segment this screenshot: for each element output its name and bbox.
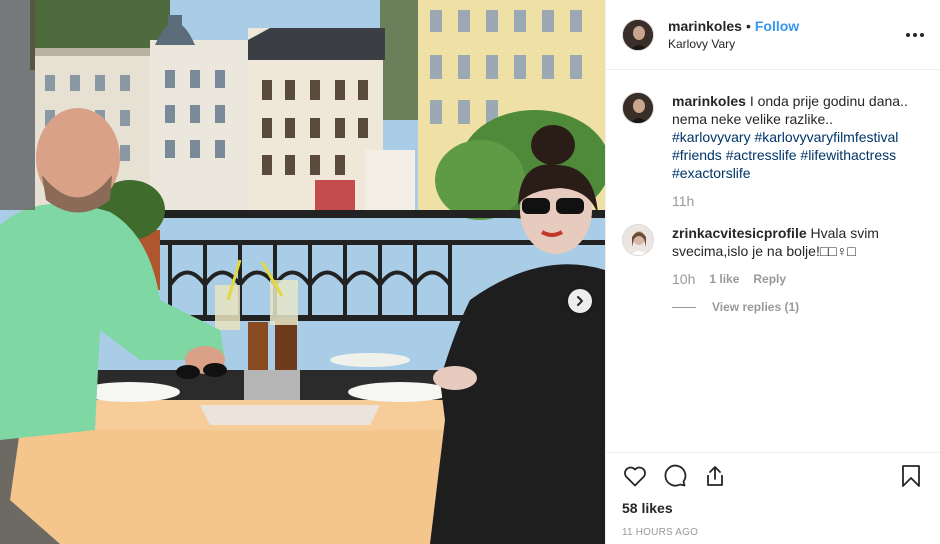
comment-icon xyxy=(664,464,687,487)
caption-meta: 11h xyxy=(672,192,912,210)
hashtag-link[interactable]: #exactorslife xyxy=(672,165,751,181)
post-actions-section: 58 likes 11 HOURS AGO xyxy=(606,452,940,544)
caption: marinkoles I onda prije godinu dana.. ne… xyxy=(622,92,924,210)
comment-button[interactable] xyxy=(662,463,688,489)
comments-section: marinkoles I onda prije godinu dana.. ne… xyxy=(606,70,940,452)
share-icon xyxy=(707,466,723,486)
post-photo[interactable] xyxy=(0,0,605,544)
caption-body: marinkoles I onda prije godinu dana.. ne… xyxy=(672,92,912,210)
hashtag-link[interactable]: #actresslife xyxy=(726,147,797,163)
save-button[interactable] xyxy=(898,463,924,489)
comment-meta: 10h 1 like Reply xyxy=(672,270,912,288)
hashtag-link[interactable]: #karlovyvary xyxy=(672,129,751,145)
instagram-post: marinkoles • Follow Karlovy Vary marinko… xyxy=(0,0,940,544)
commenter-avatar[interactable] xyxy=(622,224,654,256)
post-location[interactable]: Karlovy Vary xyxy=(668,35,799,53)
likes-count[interactable]: 58 likes xyxy=(622,499,924,517)
comment-likes[interactable]: 1 like xyxy=(709,270,739,288)
author-avatar-image xyxy=(623,19,653,50)
author-info: marinkoles • Follow Karlovy Vary xyxy=(668,17,799,53)
bookmark-icon xyxy=(902,465,920,487)
commenter-username[interactable]: zrinkacvitesicprofile xyxy=(672,225,807,241)
view-replies-line xyxy=(672,306,696,308)
reply-button[interactable]: Reply xyxy=(753,270,786,288)
commenter-avatar-image xyxy=(623,225,653,255)
post-sidebar: marinkoles • Follow Karlovy Vary marinko… xyxy=(605,0,940,544)
caption-username[interactable]: marinkoles xyxy=(672,93,746,109)
post-header: marinkoles • Follow Karlovy Vary xyxy=(606,0,940,70)
chevron-right-icon xyxy=(577,296,583,306)
view-replies-button[interactable]: View replies (1) xyxy=(672,298,912,316)
comment-body: zrinkacvitesicprofile Hvala svim svecima… xyxy=(672,224,912,316)
carousel-next-button[interactable] xyxy=(568,289,592,313)
follow-button[interactable]: Follow xyxy=(755,17,799,35)
comment-item: zrinkacvitesicprofile Hvala svim svecima… xyxy=(622,224,924,316)
heart-icon xyxy=(624,466,646,487)
post-timestamp[interactable]: 11 HOURS AGO xyxy=(622,527,924,538)
view-replies-label: View replies (1) xyxy=(712,300,800,314)
photo-scene xyxy=(0,0,605,544)
like-button[interactable] xyxy=(622,463,648,489)
hashtag-link[interactable]: #friends xyxy=(672,147,722,163)
author-avatar[interactable] xyxy=(622,18,654,51)
hashtag-link[interactable]: #lifewithactress xyxy=(800,147,896,163)
author-username[interactable]: marinkoles xyxy=(668,17,742,35)
more-horizontal-icon xyxy=(906,33,924,37)
comment-time[interactable]: 10h xyxy=(672,270,695,288)
caption-time[interactable]: 11h xyxy=(672,192,694,210)
more-options-button[interactable] xyxy=(904,24,926,46)
share-button[interactable] xyxy=(702,463,728,489)
separator-dot: • xyxy=(745,17,751,34)
hashtag-link[interactable]: #karlovyvaryfilmfestival xyxy=(754,129,898,145)
caption-avatar[interactable] xyxy=(622,92,654,124)
caption-avatar-image xyxy=(623,93,653,123)
action-bar xyxy=(622,453,924,499)
